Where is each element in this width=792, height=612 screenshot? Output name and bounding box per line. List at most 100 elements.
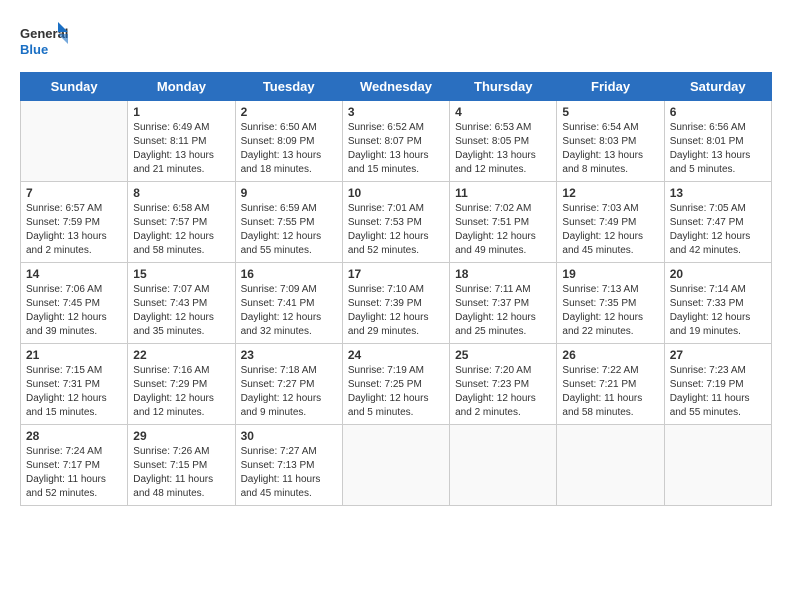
sunrise-text: Sunrise: 6:54 AM bbox=[562, 122, 638, 133]
sunrise-text: Sunrise: 7:23 AM bbox=[670, 365, 746, 376]
week-row-1: 1 Sunrise: 6:49 AM Sunset: 8:11 PM Dayli… bbox=[21, 101, 772, 182]
sunset-text: Sunset: 7:53 PM bbox=[348, 217, 422, 228]
calendar-cell: 25 Sunrise: 7:20 AM Sunset: 7:23 PM Dayl… bbox=[450, 344, 557, 425]
daylight-text: Daylight: 12 hours and 25 minutes. bbox=[455, 312, 536, 337]
day-number: 8 bbox=[133, 186, 229, 200]
cell-info: Sunrise: 6:58 AM Sunset: 7:57 PM Dayligh… bbox=[133, 202, 229, 258]
day-number: 16 bbox=[241, 267, 337, 281]
day-number: 11 bbox=[455, 186, 551, 200]
sunrise-text: Sunrise: 7:03 AM bbox=[562, 203, 638, 214]
calendar-cell: 1 Sunrise: 6:49 AM Sunset: 8:11 PM Dayli… bbox=[128, 101, 235, 182]
day-number: 17 bbox=[348, 267, 444, 281]
daylight-text: Daylight: 12 hours and 5 minutes. bbox=[348, 393, 429, 418]
page-header: General Blue bbox=[20, 20, 772, 62]
day-number: 18 bbox=[455, 267, 551, 281]
sunrise-text: Sunrise: 6:50 AM bbox=[241, 122, 317, 133]
sunset-text: Sunset: 8:11 PM bbox=[133, 136, 206, 147]
cell-info: Sunrise: 6:53 AM Sunset: 8:05 PM Dayligh… bbox=[455, 121, 551, 177]
cell-info: Sunrise: 7:13 AM Sunset: 7:35 PM Dayligh… bbox=[562, 283, 658, 339]
day-number: 30 bbox=[241, 429, 337, 443]
day-number: 27 bbox=[670, 348, 766, 362]
sunset-text: Sunset: 7:41 PM bbox=[241, 298, 315, 309]
cell-info: Sunrise: 7:11 AM Sunset: 7:37 PM Dayligh… bbox=[455, 283, 551, 339]
day-number: 20 bbox=[670, 267, 766, 281]
day-number: 5 bbox=[562, 105, 658, 119]
day-header-monday: Monday bbox=[128, 73, 235, 101]
daylight-text: Daylight: 12 hours and 45 minutes. bbox=[562, 231, 643, 256]
day-number: 24 bbox=[348, 348, 444, 362]
calendar-cell: 11 Sunrise: 7:02 AM Sunset: 7:51 PM Dayl… bbox=[450, 182, 557, 263]
daylight-text: Daylight: 12 hours and 58 minutes. bbox=[133, 231, 214, 256]
daylight-text: Daylight: 12 hours and 55 minutes. bbox=[241, 231, 322, 256]
day-number: 28 bbox=[26, 429, 122, 443]
calendar-cell: 14 Sunrise: 7:06 AM Sunset: 7:45 PM Dayl… bbox=[21, 263, 128, 344]
calendar-cell: 7 Sunrise: 6:57 AM Sunset: 7:59 PM Dayli… bbox=[21, 182, 128, 263]
sunrise-text: Sunrise: 7:13 AM bbox=[562, 284, 638, 295]
daylight-text: Daylight: 12 hours and 2 minutes. bbox=[455, 393, 536, 418]
calendar-cell: 4 Sunrise: 6:53 AM Sunset: 8:05 PM Dayli… bbox=[450, 101, 557, 182]
day-header-sunday: Sunday bbox=[21, 73, 128, 101]
day-number: 26 bbox=[562, 348, 658, 362]
daylight-text: Daylight: 12 hours and 35 minutes. bbox=[133, 312, 214, 337]
calendar-cell: 9 Sunrise: 6:59 AM Sunset: 7:55 PM Dayli… bbox=[235, 182, 342, 263]
cell-info: Sunrise: 7:07 AM Sunset: 7:43 PM Dayligh… bbox=[133, 283, 229, 339]
day-number: 25 bbox=[455, 348, 551, 362]
sunrise-text: Sunrise: 7:01 AM bbox=[348, 203, 424, 214]
sunrise-text: Sunrise: 7:15 AM bbox=[26, 365, 102, 376]
sunset-text: Sunset: 7:55 PM bbox=[241, 217, 315, 228]
cell-info: Sunrise: 7:16 AM Sunset: 7:29 PM Dayligh… bbox=[133, 364, 229, 420]
sunset-text: Sunset: 7:33 PM bbox=[670, 298, 744, 309]
calendar-cell: 3 Sunrise: 6:52 AM Sunset: 8:07 PM Dayli… bbox=[342, 101, 449, 182]
sunset-text: Sunset: 7:27 PM bbox=[241, 379, 315, 390]
cell-info: Sunrise: 6:59 AM Sunset: 7:55 PM Dayligh… bbox=[241, 202, 337, 258]
sunset-text: Sunset: 7:37 PM bbox=[455, 298, 529, 309]
day-number: 7 bbox=[26, 186, 122, 200]
daylight-text: Daylight: 12 hours and 29 minutes. bbox=[348, 312, 429, 337]
cell-info: Sunrise: 7:26 AM Sunset: 7:15 PM Dayligh… bbox=[133, 445, 229, 501]
cell-info: Sunrise: 7:10 AM Sunset: 7:39 PM Dayligh… bbox=[348, 283, 444, 339]
calendar-cell bbox=[342, 425, 449, 506]
sunset-text: Sunset: 7:51 PM bbox=[455, 217, 529, 228]
daylight-text: Daylight: 12 hours and 22 minutes. bbox=[562, 312, 643, 337]
cell-info: Sunrise: 7:06 AM Sunset: 7:45 PM Dayligh… bbox=[26, 283, 122, 339]
sunset-text: Sunset: 7:43 PM bbox=[133, 298, 207, 309]
sunset-text: Sunset: 7:15 PM bbox=[133, 460, 207, 471]
cell-info: Sunrise: 7:02 AM Sunset: 7:51 PM Dayligh… bbox=[455, 202, 551, 258]
daylight-text: Daylight: 11 hours and 58 minutes. bbox=[562, 393, 642, 418]
day-header-saturday: Saturday bbox=[664, 73, 771, 101]
sunset-text: Sunset: 8:09 PM bbox=[241, 136, 315, 147]
daylight-text: Daylight: 13 hours and 5 minutes. bbox=[670, 150, 751, 175]
calendar-cell: 24 Sunrise: 7:19 AM Sunset: 7:25 PM Dayl… bbox=[342, 344, 449, 425]
daylight-text: Daylight: 11 hours and 52 minutes. bbox=[26, 474, 106, 499]
cell-info: Sunrise: 7:23 AM Sunset: 7:19 PM Dayligh… bbox=[670, 364, 766, 420]
calendar-cell bbox=[450, 425, 557, 506]
week-row-4: 21 Sunrise: 7:15 AM Sunset: 7:31 PM Dayl… bbox=[21, 344, 772, 425]
calendar-cell: 2 Sunrise: 6:50 AM Sunset: 8:09 PM Dayli… bbox=[235, 101, 342, 182]
calendar-cell: 19 Sunrise: 7:13 AM Sunset: 7:35 PM Dayl… bbox=[557, 263, 664, 344]
week-row-5: 28 Sunrise: 7:24 AM Sunset: 7:17 PM Dayl… bbox=[21, 425, 772, 506]
calendar-cell: 8 Sunrise: 6:58 AM Sunset: 7:57 PM Dayli… bbox=[128, 182, 235, 263]
sunset-text: Sunset: 7:49 PM bbox=[562, 217, 636, 228]
sunrise-text: Sunrise: 7:10 AM bbox=[348, 284, 424, 295]
sunrise-text: Sunrise: 7:06 AM bbox=[26, 284, 102, 295]
day-number: 15 bbox=[133, 267, 229, 281]
sunset-text: Sunset: 7:45 PM bbox=[26, 298, 100, 309]
daylight-text: Daylight: 12 hours and 39 minutes. bbox=[26, 312, 107, 337]
calendar-cell: 18 Sunrise: 7:11 AM Sunset: 7:37 PM Dayl… bbox=[450, 263, 557, 344]
sunrise-text: Sunrise: 7:02 AM bbox=[455, 203, 531, 214]
calendar-cell: 23 Sunrise: 7:18 AM Sunset: 7:27 PM Dayl… bbox=[235, 344, 342, 425]
calendar-table: SundayMondayTuesdayWednesdayThursdayFrid… bbox=[20, 72, 772, 506]
daylight-text: Daylight: 12 hours and 49 minutes. bbox=[455, 231, 536, 256]
day-number: 9 bbox=[241, 186, 337, 200]
daylight-text: Daylight: 13 hours and 18 minutes. bbox=[241, 150, 322, 175]
calendar-cell: 26 Sunrise: 7:22 AM Sunset: 7:21 PM Dayl… bbox=[557, 344, 664, 425]
day-number: 13 bbox=[670, 186, 766, 200]
sunrise-text: Sunrise: 7:22 AM bbox=[562, 365, 638, 376]
day-header-wednesday: Wednesday bbox=[342, 73, 449, 101]
calendar-cell: 20 Sunrise: 7:14 AM Sunset: 7:33 PM Dayl… bbox=[664, 263, 771, 344]
daylight-text: Daylight: 11 hours and 45 minutes. bbox=[241, 474, 321, 499]
sunrise-text: Sunrise: 6:59 AM bbox=[241, 203, 317, 214]
sunrise-text: Sunrise: 6:53 AM bbox=[455, 122, 531, 133]
sunrise-text: Sunrise: 7:14 AM bbox=[670, 284, 746, 295]
sunrise-text: Sunrise: 7:20 AM bbox=[455, 365, 531, 376]
